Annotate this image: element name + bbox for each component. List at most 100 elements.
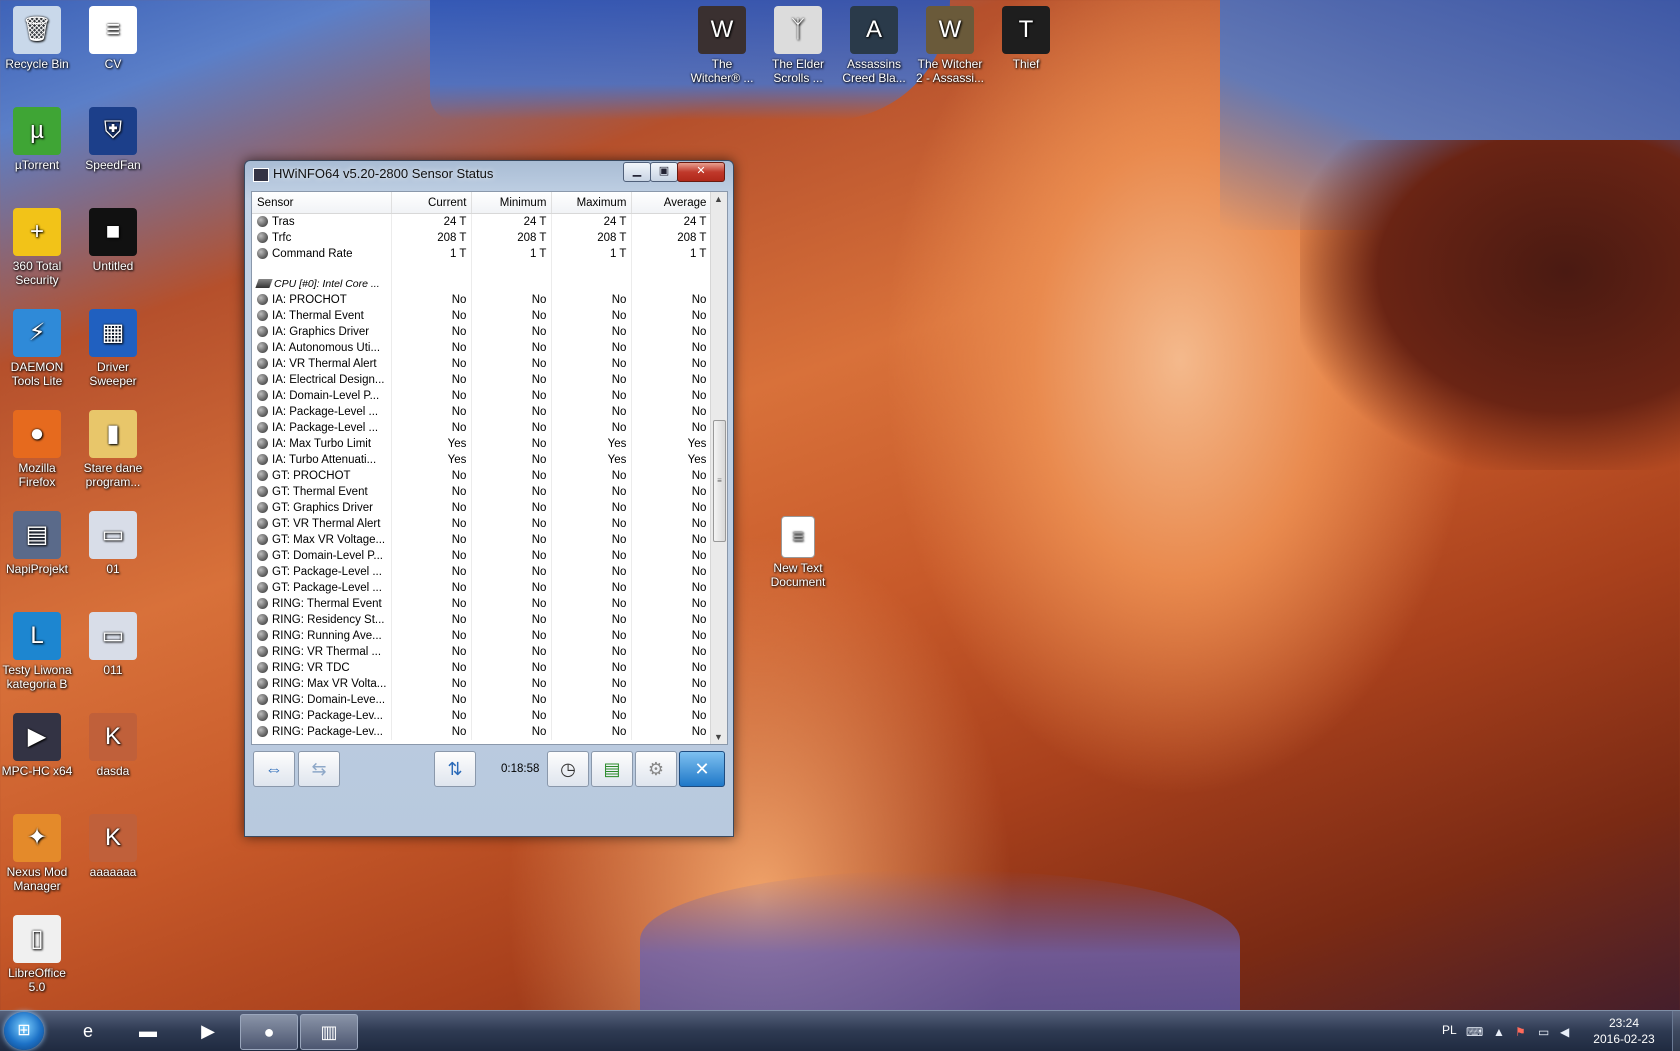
sensor-row[interactable]: IA: VR Thermal Alert No No No No <box>252 356 713 372</box>
sensor-row[interactable]: GT: Domain-Level P... No No No No <box>252 548 713 564</box>
sensor-row[interactable]: IA: Autonomous Uti... No No No No <box>252 340 713 356</box>
desktop-icon-testy[interactable]: L Testy Liwona kategoria B <box>1 612 73 691</box>
desktop-icon-driver-sweeper[interactable]: ▦ Driver Sweeper <box>77 309 149 388</box>
sensor-row[interactable]: GT: VR Thermal Alert No No No No <box>252 516 713 532</box>
taskbar-internet-explorer-button[interactable]: e <box>60 1014 116 1048</box>
column-header-current[interactable]: Current <box>391 192 473 214</box>
desktop-icon-speedfan[interactable]: ⛨ SpeedFan <box>77 107 149 172</box>
sensor-row[interactable]: GT: PROCHOT No No No No <box>252 468 713 484</box>
close-window-button[interactable]: ✕ <box>677 162 725 182</box>
desktop-icon-witcher[interactable]: W The Witcher® ... <box>686 6 758 85</box>
reset-clock-button[interactable]: ◷ <box>547 751 589 787</box>
desktop-icon-image[interactable]: ■ Untitled <box>77 208 149 273</box>
column-header-minimum[interactable]: Minimum <box>471 192 553 214</box>
show-desktop-button[interactable] <box>1672 1011 1680 1051</box>
desktop-icon-folder[interactable]: ▮ Stare dane program... <box>77 410 149 489</box>
desktop-icon-recycle-bin[interactable]: 🗑 Recycle Bin <box>1 6 73 71</box>
taskbar-firefox-button[interactable]: ● <box>240 1014 298 1050</box>
desktop-icon-mpc-hc[interactable]: ▶ MPC-HC x64 <box>1 713 73 778</box>
sensor-name: GT: Package-Level ... <box>272 566 382 578</box>
skyrim-icon: ᛉ <box>774 6 822 54</box>
window-titlebar[interactable]: HWiNFO64 v5.20-2800 Sensor Status ▁ ▣ ✕ <box>245 161 733 187</box>
desktop-icon-utorrent[interactable]: µ µTorrent <box>1 107 73 172</box>
sensor-row[interactable]: IA: Domain-Level P... No No No No <box>252 388 713 404</box>
image-icon: K <box>89 713 137 761</box>
desktop-icon-image[interactable]: Kdasda <box>77 713 149 778</box>
sensor-row[interactable]: GT: Package-Level ... No No No No <box>252 564 713 580</box>
desktop-icon-assassins-creed[interactable]: A Assassins Creed Bla... <box>838 6 910 85</box>
start-button[interactable]: ⊞ <box>4 1012 44 1050</box>
column-header-average[interactable]: Average <box>631 192 713 214</box>
taskbar-file-explorer-button[interactable]: ▬ <box>120 1014 176 1048</box>
sensor-row[interactable]: RING: Package-Lev... No No No No <box>252 724 713 740</box>
desktop-icon-libreoffice[interactable]: ▯ LibreOffice 5.0 <box>1 915 73 994</box>
vertical-scrollbar[interactable]: ▲ ≡ ▼ <box>710 192 727 744</box>
sensor-row[interactable]: RING: Running Ave... No No No No <box>252 628 713 644</box>
show-hidden-icons-icon[interactable]: ▲ <box>1493 1025 1505 1039</box>
sensor-row[interactable]: IA: Turbo Attenuati... Yes No Yes Yes <box>252 452 713 468</box>
language-indicator[interactable]: PL <box>1442 1023 1457 1037</box>
network-icon[interactable]: ▭ <box>1538 1025 1549 1039</box>
sensor-row[interactable]: GT: Package-Level ... No No No No <box>252 580 713 596</box>
sensor-row[interactable]: RING: Max VR Volta... No No No No <box>252 676 713 692</box>
desktop-icon-witcher2[interactable]: W The Witcher 2 - Assassi... <box>914 6 986 85</box>
sensor-row[interactable]: Tras 24 T 24 T 24 T 24 T <box>252 213 713 230</box>
taskbar-media-player-button[interactable]: ▶ <box>180 1014 236 1048</box>
sensor-row[interactable]: IA: Thermal Event No No No No <box>252 308 713 324</box>
desktop-icon-nexus[interactable]: ✦ Nexus Mod Manager <box>1 814 73 893</box>
maximize-button[interactable]: ▣ <box>650 162 678 182</box>
desktop-icon-screenshot[interactable]: ▭ 011 <box>77 612 149 677</box>
desktop-icon-skyrim[interactable]: ᛉ The Elder Scrolls ... <box>762 6 834 85</box>
sensor-table-panel[interactable]: Sensor Current Minimum Maximum Average T… <box>251 191 728 745</box>
sensor-row[interactable]: IA: Graphics Driver No No No No <box>252 324 713 340</box>
sensor-row[interactable]: RING: Domain-Leve... No No No No <box>252 692 713 708</box>
column-header-sensor[interactable]: Sensor <box>252 192 393 214</box>
system-clock[interactable]: 23:24 2016-02-23 <box>1580 1015 1668 1047</box>
sensor-row[interactable]: IA: Electrical Design... No No No No <box>252 372 713 388</box>
keyboard-icon[interactable]: ⌨ <box>1466 1025 1483 1039</box>
desktop-icon-image[interactable]: Kaaaaaaa <box>77 814 149 879</box>
sensor-row[interactable]: Trfc 208 T 208 T 208 T 208 T <box>252 230 713 246</box>
sensor-row[interactable]: RING: Residency St... No No No No <box>252 612 713 628</box>
sensor-gauge-icon <box>257 582 268 593</box>
desktop-icon-daemon-tools[interactable]: ⚡ DAEMON Tools Lite <box>1 309 73 388</box>
sensor-row[interactable]: GT: Graphics Driver No No No No <box>252 500 713 516</box>
sensor-row[interactable]: IA: PROCHOT No No No No <box>252 292 713 308</box>
hwinfo-sensor-window[interactable]: HWiNFO64 v5.20-2800 Sensor Status ▁ ▣ ✕ … <box>244 160 734 837</box>
minimize-button[interactable]: ▁ <box>623 162 651 182</box>
network-button[interactable]: ⇅ <box>434 751 476 787</box>
sensor-minimum-value: No <box>471 436 553 452</box>
sensor-row[interactable]: IA: Package-Level ... No No No No <box>252 420 713 436</box>
taskbar-hwinfo-button[interactable]: ▥ <box>300 1014 358 1050</box>
desktop-icon-new-text-document[interactable]: ≡ New Text Document <box>762 516 834 589</box>
sensor-row[interactable]: RING: Package-Lev... No No No No <box>252 708 713 724</box>
logging-button[interactable]: ▤ <box>591 751 633 787</box>
desktop-icon-security[interactable]: +360 Total Security <box>1 208 73 287</box>
sensor-row[interactable]: GT: Max VR Voltage... No No No No <box>252 532 713 548</box>
collapse-columns-button[interactable]: ⇆ <box>298 751 340 787</box>
column-header-maximum[interactable]: Maximum <box>551 192 633 214</box>
sensor-row[interactable]: IA: Package-Level ... No No No No <box>252 404 713 420</box>
scroll-up-arrow-icon[interactable]: ▲ <box>714 194 723 204</box>
desktop-icon-thief[interactable]: T Thief <box>990 6 1062 71</box>
desktop-icon-document[interactable]: ≡ CV <box>77 6 149 71</box>
close-sensors-button[interactable]: ✕ <box>679 751 725 787</box>
sensor-row[interactable]: GT: Thermal Event No No No No <box>252 484 713 500</box>
settings-button[interactable]: ⚙ <box>635 751 677 787</box>
sensor-row[interactable]: RING: Thermal Event No No No No <box>252 596 713 612</box>
sensor-average-value: No <box>631 660 713 676</box>
volume-icon[interactable]: ◀ <box>1560 1025 1569 1039</box>
sensor-row[interactable]: RING: VR Thermal ... No No No No <box>252 644 713 660</box>
action-center-flag-icon[interactable]: ⚑ <box>1515 1025 1526 1039</box>
sensor-current-value: Yes <box>391 436 473 452</box>
expand-columns-button[interactable]: ⇔ <box>253 751 295 787</box>
sensor-row[interactable]: Command Rate 1 T1 T1 T1 T <box>252 246 713 262</box>
sensor-row[interactable]: IA: Max Turbo Limit Yes No Yes Yes <box>252 436 713 452</box>
scroll-down-arrow-icon[interactable]: ▼ <box>714 732 723 742</box>
sensor-row[interactable]: RING: VR TDC No No No No <box>252 660 713 676</box>
sensor-group-row[interactable]: CPU [#0]: Intel Core ... <box>252 276 713 292</box>
desktop-icon-firefox[interactable]: ● Mozilla Firefox <box>1 410 73 489</box>
desktop-icon-screenshot[interactable]: ▭ 01 <box>77 511 149 576</box>
desktop-icon-napiprojekt[interactable]: ▤ NapiProjekt <box>1 511 73 576</box>
scrollbar-thumb[interactable]: ≡ <box>713 420 726 542</box>
